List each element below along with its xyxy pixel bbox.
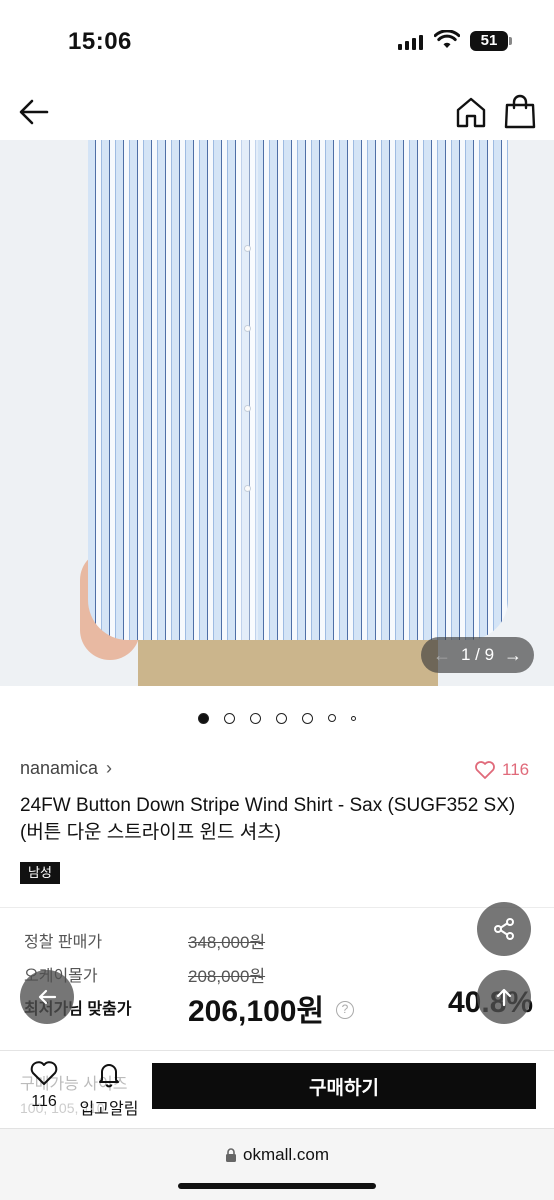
shirt-button [244, 405, 251, 412]
shirt-button [244, 325, 251, 332]
gallery-dot[interactable] [250, 712, 261, 724]
chevron-right-icon: › [106, 758, 113, 778]
share-icon [494, 918, 514, 940]
home-button[interactable] [452, 94, 490, 130]
brand-link[interactable]: nanamica › [20, 758, 112, 779]
regular-price-label: 정찰 판매가 [24, 934, 103, 951]
shirt-button [244, 245, 251, 252]
share-button[interactable] [477, 902, 531, 956]
wifi-icon [434, 30, 460, 48]
scroll-top-button[interactable] [477, 970, 531, 1024]
browser-url-bar: okmall.com [0, 1128, 554, 1200]
cellular-signal-icon [398, 34, 423, 50]
gallery-dot[interactable] [198, 712, 209, 724]
section-divider [0, 907, 554, 908]
url-field[interactable]: okmall.com [0, 1145, 554, 1165]
product-title: 24FW Button Down Stripe Wind Shirt - Sax… [20, 795, 516, 843]
gallery-dot[interactable] [224, 712, 235, 724]
like-button[interactable]: 116 [22, 1060, 66, 1120]
restock-alert-button[interactable]: 입고알림 [76, 1060, 142, 1120]
lock-icon [226, 1148, 237, 1163]
arrow-left-icon [38, 989, 57, 1005]
shopping-bag-button[interactable] [502, 93, 538, 131]
prev-image-icon[interactable]: ← [433, 645, 451, 666]
regular-price: 348,000원 [188, 933, 266, 952]
back-button[interactable] [16, 94, 52, 130]
brand-name: nanamica [20, 758, 99, 778]
next-image-icon[interactable]: → [504, 645, 522, 666]
arrow-up-icon [496, 988, 512, 1007]
shirt-button [244, 485, 251, 492]
help-icon[interactable]: ? [336, 1001, 354, 1019]
battery-level: 51 [470, 31, 508, 51]
buy-button[interactable]: 구매하기 [152, 1063, 536, 1109]
gallery-dot[interactable] [276, 712, 287, 724]
image-counter: ← 1 / 9 → [421, 637, 534, 673]
image-counter-text: 1 / 9 [460, 645, 495, 664]
gallery-dot[interactable] [351, 715, 356, 721]
best-price: 206,100원 [188, 995, 325, 1028]
like-button-count: 116 [31, 1093, 57, 1110]
home-indicator[interactable] [178, 1183, 376, 1189]
bell-icon [99, 1064, 119, 1088]
gender-badge: 남성 [20, 862, 60, 884]
battery-tip [509, 37, 512, 45]
url-text: okmall.com [243, 1145, 329, 1164]
shirt-placket [236, 140, 258, 640]
status-time: 15:06 [68, 28, 132, 55]
heart-outline-icon [30, 1061, 58, 1085]
gallery-dot[interactable] [302, 712, 313, 724]
bottom-action-bar: 116 입고알림 구매하기 [0, 1050, 554, 1128]
like-count-top[interactable]: 116 [474, 760, 529, 780]
top-nav [0, 84, 554, 140]
restock-alert-label: 입고알림 [79, 1101, 139, 1118]
status-bar: 15:06 51 [0, 0, 554, 84]
product-image[interactable]: ← 1 / 9 → [0, 140, 554, 686]
shirt-image [88, 140, 508, 640]
gallery-dots [0, 710, 554, 726]
back-float-button[interactable] [20, 970, 74, 1024]
heart-icon [475, 761, 495, 779]
okmall-price: 208,000원 [188, 967, 266, 986]
like-count: 116 [502, 760, 530, 779]
gallery-dot[interactable] [328, 714, 336, 722]
